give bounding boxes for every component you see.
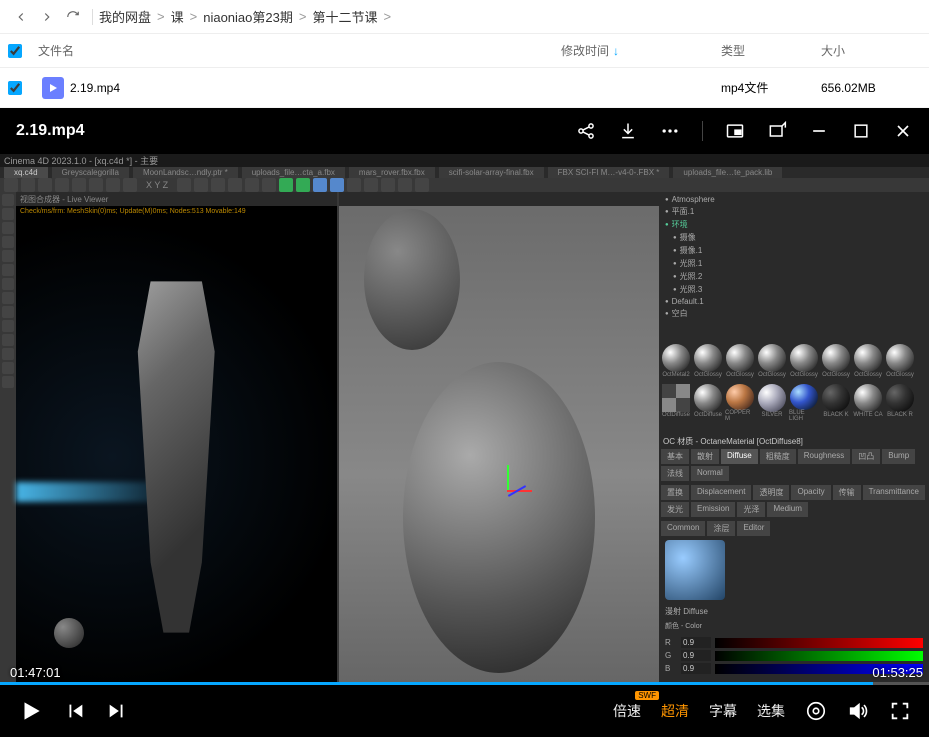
next-button[interactable]: [106, 700, 128, 722]
video-file-icon: [42, 77, 64, 99]
more-icon[interactable]: [660, 121, 680, 141]
select-all-checkbox[interactable]: [8, 44, 22, 58]
speed-button[interactable]: 倍速SWF: [613, 701, 641, 721]
nav-forward[interactable]: [34, 4, 60, 30]
minimize-icon[interactable]: [809, 121, 829, 141]
file-checkbox[interactable]: [8, 81, 22, 95]
player-controls: 倍速SWF 超清 字幕 选集: [0, 685, 929, 737]
c4d-left-tools: [0, 192, 16, 685]
sort-down-icon: ↓: [613, 44, 619, 58]
file-type: mp4文件: [721, 79, 821, 96]
file-size: 656.02MB: [821, 81, 921, 95]
nav-back[interactable]: [8, 4, 34, 30]
breadcrumb-item[interactable]: niaoniao第23期: [203, 7, 293, 26]
play-button[interactable]: [18, 698, 44, 724]
divider: [92, 9, 93, 25]
file-name: 2.19.mp4: [70, 81, 120, 95]
video-viewport[interactable]: Cinema 4D 2023.1.0 - [xq.c4d *] - 主要 xq.…: [0, 154, 929, 685]
column-type[interactable]: 类型: [721, 42, 821, 59]
close-icon[interactable]: [893, 121, 913, 141]
volume-icon[interactable]: [847, 700, 869, 722]
c4d-titlebar: Cinema 4D 2023.1.0 - [xq.c4d *] - 主要: [0, 154, 929, 167]
prev-button[interactable]: [64, 700, 86, 722]
column-name[interactable]: 文件名: [32, 42, 561, 59]
video-titlebar: 2.19.mp4: [0, 108, 929, 154]
settings-icon[interactable]: [805, 700, 827, 722]
c4d-toolbar: X Y Z: [0, 178, 929, 192]
pip-icon[interactable]: [725, 121, 745, 141]
popout-icon[interactable]: [767, 121, 787, 141]
maximize-icon[interactable]: [851, 121, 871, 141]
c4d-render-viewport: 视图合成器 - Live Viewer 文件 - 照明 - Cloud - 对象…: [16, 192, 337, 685]
c4d-hierarchy-panel: Atmosphere 平面.1 环境 摄像 摄像.1 光照.1 光照.2 光照.…: [659, 192, 929, 342]
breadcrumb: 我的网盘> 课> niaoniao第23期> 第十二节课>: [99, 7, 393, 26]
breadcrumb-item[interactable]: 第十二节课: [312, 7, 377, 26]
video-title: 2.19.mp4: [16, 122, 576, 140]
c4d-attributes-panel: OC 材质 - OctaneMaterial [OctDiffuse8] 基本散…: [659, 432, 929, 685]
breadcrumb-item[interactable]: 课: [171, 7, 184, 26]
nav-bar: 我的网盘> 课> niaoniao第23期> 第十二节课>: [0, 0, 929, 34]
file-table-header: 文件名 修改时间↓ 类型 大小: [0, 34, 929, 68]
file-row[interactable]: 2.19.mp4 mp4文件 656.02MB: [0, 68, 929, 108]
fullscreen-icon[interactable]: [889, 700, 911, 722]
column-date[interactable]: 修改时间↓: [561, 42, 721, 59]
column-size[interactable]: 大小: [821, 42, 921, 59]
nav-refresh[interactable]: [60, 4, 86, 30]
c4d-materials-panel: OctMetal2OctGlossyOctGlossyOctGlossyOctG…: [659, 342, 929, 432]
c4d-document-tabs: xq.c4d Greyscalegorilla MoonLandsc…ndly.…: [0, 167, 929, 178]
c4d-3d-viewport: [339, 192, 660, 685]
quality-button[interactable]: 超清: [661, 701, 689, 721]
download-icon[interactable]: [618, 121, 638, 141]
share-icon[interactable]: [576, 121, 596, 141]
seek-bar[interactable]: [0, 682, 929, 685]
playlist-button[interactable]: 选集: [757, 701, 785, 721]
subtitle-button[interactable]: 字幕: [709, 701, 737, 721]
breadcrumb-item[interactable]: 我的网盘: [99, 7, 151, 26]
